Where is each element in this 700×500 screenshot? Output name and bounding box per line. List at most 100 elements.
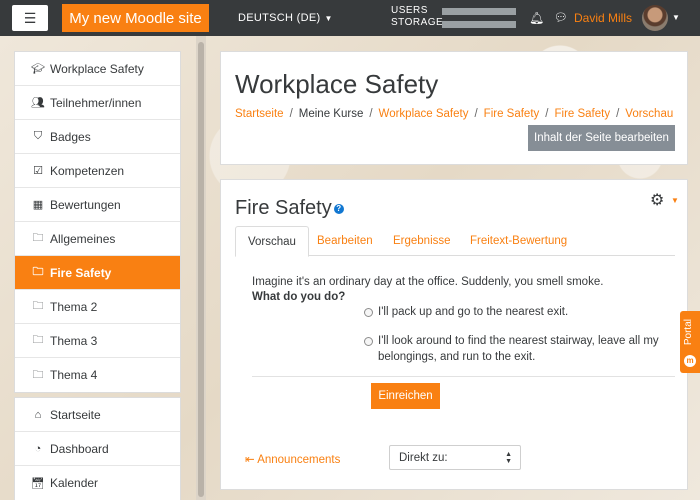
option-2-label-line1[interactable]: I'll look around to find the nearest sta… [378, 333, 659, 349]
sidebar-scrollbar[interactable] [196, 36, 206, 500]
portal-side-tab[interactable]: Portal m [680, 311, 700, 373]
tab-results[interactable]: Ergebnisse [381, 226, 463, 256]
moodle-m-icon: m [684, 355, 696, 367]
jump-to-select[interactable]: Direkt zu: ▲ ▼ [389, 445, 521, 470]
folder-icon: 🗀 [32, 300, 44, 312]
breadcrumb-home[interactable]: Startseite [235, 108, 284, 120]
breadcrumb-course[interactable]: Workplace Safety [379, 108, 469, 120]
site-nav-group: ⌂ Startseite ◔ Dashboard 📅︎ Kalender [14, 397, 181, 500]
option-1-label[interactable]: I'll pack up and go to the nearest exit. [378, 304, 568, 320]
question-text: Imagine it's an ordinary day at the offi… [252, 276, 604, 288]
storage-label: STORAGE [391, 17, 444, 28]
language-menu[interactable]: DEUTSCH (DE) ▼ [238, 12, 333, 24]
page-header: Workplace Safety Startseite / Meine Kurse /… [220, 51, 688, 165]
scrollbar-thumb[interactable] [198, 42, 204, 497]
updown-arrows-icon: ▲ ▼ [505, 451, 512, 465]
tab-edit[interactable]: Bearbeiten [305, 226, 385, 256]
sidebar-item-label: Allgemeines [50, 231, 116, 246]
option-2-label-line2[interactable]: belongings, and run to the exit. [378, 349, 535, 365]
sidebar-item-label: Badges [50, 129, 91, 144]
activity-tabs: Vorschau Bearbeiten Ergebnisse Freitext-… [235, 226, 675, 257]
arrow-left-icon: ⇤ [245, 454, 255, 466]
announcements-link[interactable]: ⇤ Announcements [245, 452, 340, 466]
sidebar-item-workplace-safety[interactable]: 🎓︎ Workplace Safety [15, 52, 180, 86]
site-name-link[interactable]: My new Moodle site [62, 4, 209, 32]
option-2-radio[interactable] [364, 337, 373, 346]
user-menu-name[interactable]: David Mills [574, 11, 632, 25]
sidebar-item-badges[interactable]: ⛉ Badges [15, 120, 180, 154]
sidebar-item-label: Kalender [50, 476, 99, 490]
folder-icon: 🗀 [32, 232, 44, 244]
sidebar-item-topic-2[interactable]: 🗀 Thema 2 [15, 290, 180, 324]
jump-to-value: Direkt zu: [399, 451, 448, 464]
folder-icon: 🗀 [32, 368, 44, 381]
sidebar-item-label: Thema 4 [50, 368, 98, 382]
bell-icon[interactable]: 🔔︎ [529, 11, 544, 25]
sidebar-item-topic-4[interactable]: 🗀 Thema 4 [15, 358, 180, 392]
sidebar-item-home[interactable]: ⌂ Startseite [15, 398, 180, 432]
users-usage-bar [442, 8, 516, 15]
storage-usage-bar [442, 21, 516, 28]
chat-icon[interactable]: 💬︎ [554, 11, 568, 24]
graduation-cap-icon: 🎓︎ [31, 63, 45, 75]
portal-label: Portal [683, 319, 694, 346]
caret-down-icon[interactable]: ▼ [672, 13, 680, 22]
question-prompt: What do you do? [252, 291, 346, 303]
hamburger-icon: ☰ [23, 9, 37, 26]
divider [252, 376, 675, 377]
option-1-radio[interactable] [364, 308, 373, 317]
tab-preview[interactable]: Vorschau [235, 226, 309, 257]
sidebar-item-label: Thema 3 [50, 333, 98, 348]
course-nav-group: 🎓︎ Workplace Safety 👥︎ Teilnehmer/innen … [14, 51, 181, 393]
sidebar-item-label: Startseite [50, 407, 101, 422]
shield-icon: ⛉ [33, 130, 43, 142]
sidebar-item-general[interactable]: 🗀 Allgemeines [15, 222, 180, 256]
tab-essay-grading[interactable]: Freitext-Bewertung [458, 226, 579, 256]
gear-icon[interactable]: ⚙ [650, 190, 664, 210]
breadcrumb: Startseite / Meine Kurse / Workplace Safety /… [235, 108, 674, 120]
breadcrumb-my-courses: Meine Kurse [298, 108, 364, 120]
caret-down-icon: ▼ [324, 14, 333, 23]
breadcrumb-activity[interactable]: Fire Safety [554, 108, 610, 120]
activity-card: Fire Safety? ⚙ ▼ Vorschau Bearbeiten Erg… [220, 179, 688, 490]
announcements-label: Announcements [257, 454, 341, 466]
sidebar-item-competencies[interactable]: ☑ Kompetenzen [15, 154, 180, 188]
help-icon[interactable]: ? [333, 203, 344, 214]
users-icon: 👥︎ [31, 97, 45, 109]
checkbox-icon: ☑ [33, 165, 43, 177]
breadcrumb-section[interactable]: Fire Safety [484, 108, 540, 120]
folder-icon: 🗀 [32, 266, 44, 278]
sidebar-item-label: Teilnehmer/innen [50, 95, 142, 110]
course-sidebar: 🎓︎ Workplace Safety 👥︎ Teilnehmer/innen … [14, 51, 181, 500]
sidebar-item-dashboard[interactable]: ◔ Dashboard [15, 432, 180, 466]
menu-toggle-button[interactable]: ☰ [12, 5, 48, 31]
language-label: DEUTSCH (DE) [238, 12, 321, 24]
edit-page-button[interactable]: Inhalt der Seite bearbeiten [528, 125, 675, 151]
sidebar-item-grades[interactable]: ▦ Bewertungen [15, 188, 180, 222]
calendar-icon: 📅︎ [31, 477, 45, 490]
users-label: USERS [391, 5, 428, 16]
folder-icon: 🗀 [32, 334, 44, 346]
table-icon: ▦ [32, 199, 44, 211]
sidebar-item-fire-safety[interactable]: 🗀 Fire Safety [15, 256, 180, 290]
usage-block: USERS STORAGE [391, 5, 443, 29]
sidebar-item-label: Workplace Safety [50, 61, 144, 76]
activity-title: Fire Safety? [235, 197, 344, 220]
sidebar-item-label: Bewertungen [50, 197, 121, 212]
caret-down-icon[interactable]: ▼ [671, 196, 679, 205]
sidebar-item-calendar[interactable]: 📅︎ Kalender [15, 466, 180, 500]
sidebar-item-label: Fire Safety [50, 265, 112, 280]
home-icon: ⌂ [34, 408, 42, 421]
page-title: Workplace Safety [235, 69, 439, 99]
sidebar-item-participants[interactable]: 👥︎ Teilnehmer/innen [15, 86, 180, 120]
sidebar-item-topic-3[interactable]: 🗀 Thema 3 [15, 324, 180, 358]
avatar[interactable] [642, 5, 668, 31]
activity-title-text: Fire Safety [235, 197, 332, 219]
dashboard-icon: ◔ [34, 442, 42, 455]
sidebar-item-label: Thema 2 [50, 299, 98, 314]
breadcrumb-preview[interactable]: Vorschau [625, 108, 673, 120]
top-navbar: ☰ My new Moodle site DEUTSCH (DE) ▼ USERS… [0, 0, 700, 36]
sidebar-item-label: Kompetenzen [50, 163, 125, 178]
submit-button[interactable]: Einreichen [371, 383, 440, 409]
sidebar-item-label: Dashboard [50, 441, 109, 456]
